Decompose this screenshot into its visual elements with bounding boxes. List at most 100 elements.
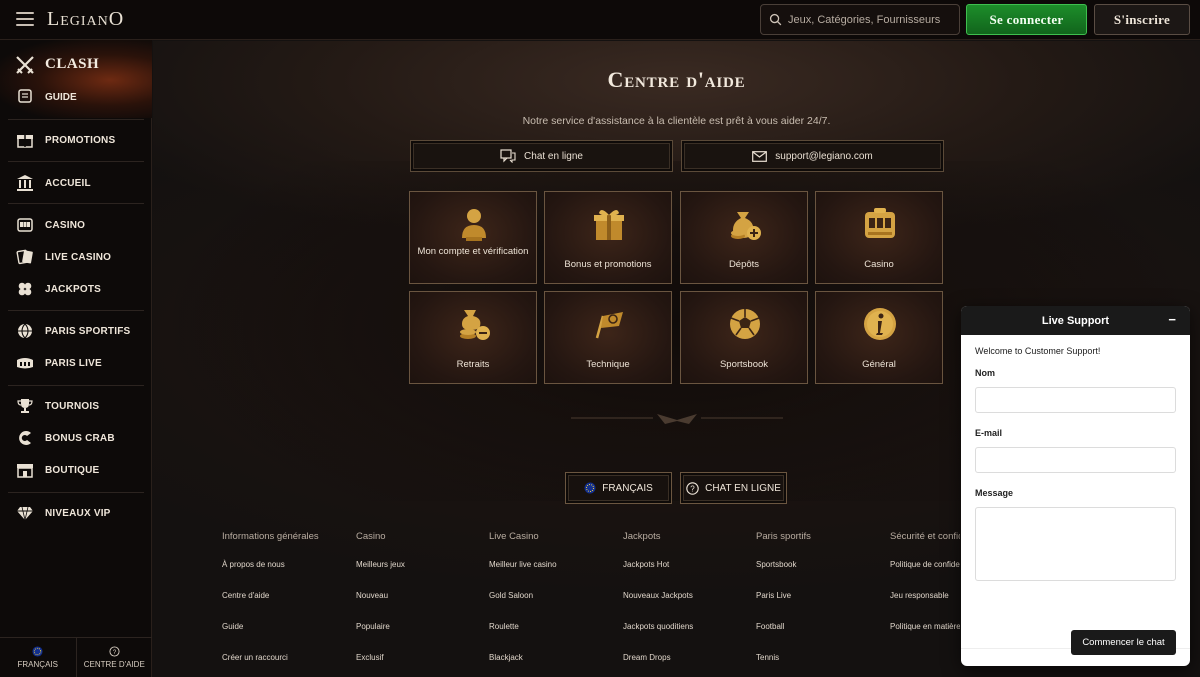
footer-link[interactable]: Tennis (756, 653, 886, 677)
slot-machine-icon (15, 215, 35, 235)
help-tile-general[interactable]: Général (815, 291, 943, 384)
footer-link[interactable]: Meilleur live casino (489, 560, 619, 591)
help-tile-withdrawals[interactable]: Retraits (409, 291, 537, 384)
footer-link[interactable]: À propos de nous (222, 560, 352, 591)
start-chat-button[interactable]: Commencer le chat (1071, 630, 1176, 655)
divider (8, 203, 144, 204)
chat-bubbles-icon (500, 149, 516, 163)
sidebar-item-casino[interactable]: CASINO (0, 210, 152, 240)
sidebar-item-label: TOURNOIS (45, 400, 100, 412)
live-chat-button[interactable]: ? CHAT EN LIGNE (680, 472, 787, 504)
email-label: E-mail (975, 428, 1003, 438)
footer-link[interactable]: Guide (222, 622, 352, 653)
login-button[interactable]: Se connecter (966, 4, 1087, 35)
sidebar: CLASH GUIDE PROMOTIONS ACCUEIL CASINO LI… (0, 40, 152, 677)
sidebar-item-boutique[interactable]: BOUTIQUE (0, 455, 152, 485)
footer-link[interactable]: Paris Live (756, 591, 886, 622)
email-field[interactable] (975, 447, 1176, 473)
footer-link[interactable]: Meilleurs jeux (356, 560, 486, 591)
sidebar-item-paris-sportifs[interactable]: PARIS SPORTIFS (0, 316, 152, 346)
page-title: Centre d'aide (607, 67, 746, 92)
sidebar-item-label: JACKPOTS (45, 283, 102, 295)
footer-link[interactable]: Politique de confiden (890, 560, 960, 591)
footer-column-security: Sécurité et confid Politique de confiden… (890, 531, 960, 653)
diamond-icon (15, 503, 35, 523)
sidebar-language-button[interactable]: FRANÇAIS (0, 638, 76, 677)
sidebar-help-button[interactable]: ? CENTRE D'AIDE (75, 638, 153, 677)
footer-link[interactable]: Roulette (489, 622, 619, 653)
footer-link[interactable]: Blackjack (489, 653, 619, 677)
footer-link[interactable]: Nouveau (356, 591, 486, 622)
footer-heading: Informations générales (222, 531, 319, 542)
help-tile-account[interactable]: Mon compte et vérification (409, 191, 537, 284)
footer-link[interactable]: Jackpots Hot (623, 560, 753, 591)
help-tile-deposits[interactable]: Dépôts (680, 191, 808, 284)
footer-link[interactable]: Jeu responsable (890, 591, 960, 622)
footer-column-sports: Paris sportifs Sportsbook Paris Live Foo… (756, 531, 886, 677)
divider (8, 161, 144, 162)
footer-heading: Paris sportifs (756, 531, 811, 542)
help-tile-casino[interactable]: Casino (815, 191, 943, 284)
sidebar-item-tournois[interactable]: TOURNOIS (0, 391, 152, 421)
minimize-icon[interactable]: − (1168, 312, 1176, 327)
cards-icon (15, 247, 35, 267)
search-input[interactable] (788, 13, 958, 26)
footer-link[interactable]: Dream Drops (623, 653, 753, 677)
name-field[interactable] (975, 387, 1176, 413)
sidebar-item-bonus-crab[interactable]: BONUS CRAB (0, 423, 152, 453)
name-label: Nom (975, 368, 995, 378)
footer-link[interactable]: Football (756, 622, 886, 653)
scroll-icon (18, 89, 32, 103)
email-support-button[interactable]: support@legiano.com (681, 140, 944, 172)
sidebar-item-accueil[interactable]: ACCUEIL (0, 168, 152, 198)
clash-banner[interactable]: CLASH GUIDE (0, 40, 152, 118)
sidebar-item-label: LIVE CASINO (45, 251, 112, 263)
sidebar-help-label: CENTRE D'AIDE (83, 660, 145, 669)
clash-label: CLASH (45, 56, 100, 72)
divider (8, 492, 144, 493)
sidebar-item-guide[interactable]: GUIDE (45, 92, 77, 103)
footer-link[interactable]: Gold Saloon (489, 591, 619, 622)
footer-link[interactable]: Jackpots quoditiens (623, 622, 753, 653)
help-tile-technical[interactable]: Technique (544, 291, 672, 384)
bust-icon (462, 209, 486, 241)
sidebar-item-label: BONUS CRAB (45, 432, 115, 444)
footer-column-jackpots: Jackpots Jackpots Hot Nouveaux Jackpots … (623, 531, 753, 677)
help-tile-sportsbook[interactable]: Sportsbook (680, 291, 808, 384)
sidebar-item-promotions[interactable]: PROMOTIONS (0, 125, 152, 155)
search-box[interactable] (760, 4, 960, 35)
menu-icon[interactable] (16, 12, 34, 26)
sidebar-item-jackpots[interactable]: JACKPOTS (0, 274, 152, 304)
divider (8, 310, 144, 311)
sidebar-item-label: PROMOTIONS (45, 134, 116, 146)
footer-link[interactable]: Politique en matière c (890, 622, 960, 653)
shop-icon (15, 460, 35, 480)
language-button[interactable]: FRANÇAIS (565, 472, 672, 504)
gift-box-icon (15, 130, 35, 150)
sidebar-item-label: NIVEAUX VIP (45, 507, 111, 519)
footer-link[interactable]: Populaire (356, 622, 486, 653)
help-tile-bonus[interactable]: Bonus et promotions (544, 191, 672, 284)
trophy-icon (15, 396, 35, 416)
svg-text:?: ? (690, 484, 695, 493)
building-icon (15, 173, 35, 193)
footer-link[interactable]: Sportsbook (756, 560, 886, 591)
eu-flag-icon (584, 482, 596, 494)
footer-column-info: Informations générales À propos de nous … (222, 531, 352, 677)
signup-button[interactable]: S'inscrire (1094, 4, 1190, 35)
logo[interactable]: LegianO (47, 8, 124, 31)
slot-machine-icon (865, 208, 895, 238)
footer-link[interactable]: Créer un raccourci (222, 653, 352, 677)
sidebar-item-label: PARIS SPORTIFS (45, 325, 131, 337)
footer-link[interactable]: Centre d'aide (222, 591, 352, 622)
sidebar-item-niveaux-vip[interactable]: NIVEAUX VIP (0, 498, 152, 528)
live-chat-label: CHAT EN LIGNE (705, 482, 781, 494)
sidebar-item-live-casino[interactable]: LIVE CASINO (0, 242, 152, 272)
message-field[interactable] (975, 507, 1176, 581)
footer-heading: Jackpots (623, 531, 661, 542)
footer-link[interactable]: Nouveaux Jackpots (623, 591, 753, 622)
stadium-icon (15, 353, 35, 373)
footer-link[interactable]: Exclusif (356, 653, 486, 677)
sidebar-item-paris-live[interactable]: PARIS LIVE (0, 348, 152, 378)
chat-online-button[interactable]: Chat en ligne (410, 140, 673, 172)
